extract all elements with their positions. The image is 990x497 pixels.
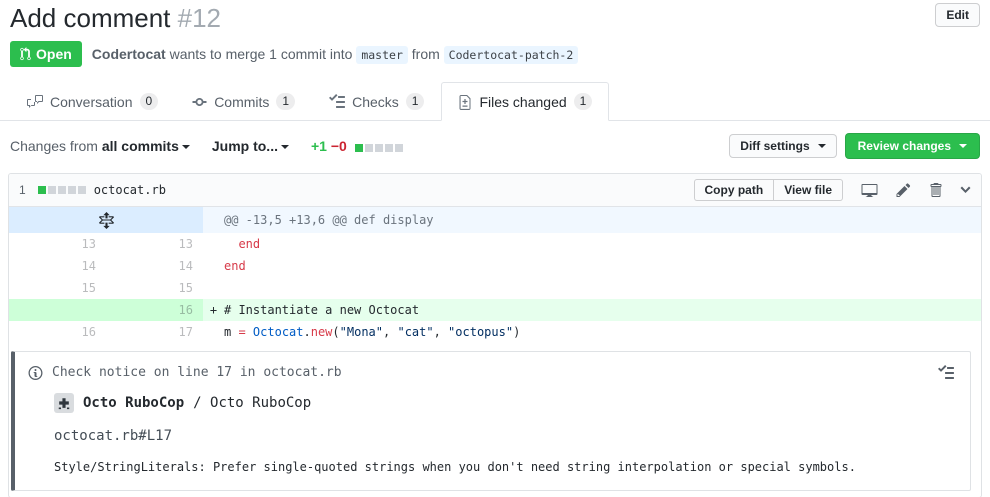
code-line: end [203, 233, 981, 255]
review-changes-button[interactable]: Review changes [845, 133, 980, 159]
diff-line-15: 15 15 [9, 277, 981, 299]
file-action-group: Copy path View file [694, 179, 843, 201]
tab-commits-count: 1 [276, 93, 295, 110]
pr-tabnav: Conversation 0 Commits 1 Checks 1 Files … [0, 82, 990, 121]
tab-commits-label: Commits [214, 94, 269, 110]
collapse-file-chevron-down-icon[interactable] [960, 182, 971, 198]
pr-merge-summary: Codertocat wants to merge 1 commit into … [92, 46, 579, 62]
new-line-number[interactable]: 17 [106, 321, 203, 343]
caret-down-icon [818, 144, 826, 148]
edit-button[interactable]: Edit [935, 3, 980, 27]
check-app-name[interactable]: Octo RuboCop [83, 393, 184, 413]
tab-conversation-label: Conversation [50, 94, 133, 110]
old-line-number[interactable]: 15 [9, 277, 106, 299]
tab-checks-label: Checks [352, 94, 399, 110]
unfold-icon [99, 212, 114, 229]
diff-line-14: 14 14 end [9, 255, 981, 277]
git-commit-icon [192, 94, 207, 110]
code-line: m = Octocat.new("Mona", "cat", "octopus"… [203, 321, 981, 343]
changes-from-text: Changes from [10, 138, 98, 154]
check-annotation-title: Check notice on line 17 in octocat.rb [52, 363, 342, 383]
pr-title-text: Add comment [10, 3, 170, 33]
tab-checks[interactable]: Checks 1 [312, 82, 441, 121]
view-file-button[interactable]: View file [773, 179, 843, 201]
file-index: 1 [19, 183, 26, 197]
file-diff-container: 1 octocat.rb Copy path View file [8, 173, 982, 497]
review-changes-label: Review changes [858, 139, 951, 153]
diffbar: Changes from all commits Jump to... +1 −… [0, 121, 990, 171]
check-annotation-header: Check notice on line 17 in octocat.rb [15, 352, 970, 385]
tab-files-changed-label: Files changed [479, 94, 566, 110]
diff-settings-label: Diff settings [740, 139, 809, 153]
base-branch-label: master [356, 46, 408, 64]
expand-hunk-button[interactable] [9, 207, 203, 233]
new-line-number[interactable]: 14 [106, 255, 203, 277]
file-diff-icon [458, 94, 472, 110]
additions-count: +1 [311, 138, 327, 154]
merge-text: wants to merge 1 commit into [170, 46, 353, 62]
tab-files-changed[interactable]: Files changed 1 [441, 82, 609, 121]
git-pull-request-icon [20, 47, 31, 61]
tab-commits[interactable]: Commits 1 [175, 82, 312, 121]
caret-down-icon [281, 145, 289, 149]
diff-stats: +1 −0 [311, 138, 403, 154]
annotation-message: Style/StringLiterals: Prefer single-quot… [15, 446, 970, 490]
new-line-number[interactable]: 16 [106, 299, 203, 321]
all-commits-text: all commits [102, 138, 179, 154]
jump-to-dropdown[interactable]: Jump to... [212, 138, 289, 154]
check-app-row: Octo RuboCop / Octo RuboCop [15, 385, 970, 413]
diff-line-16-added: 16 +# Instantiate a new Octocat [9, 299, 981, 321]
pr-files-changed-page: Add comment #12 Edit Open Codertocat wan… [0, 0, 990, 497]
file-header: 1 octocat.rb Copy path View file [9, 174, 981, 207]
page-title: Add comment #12 [10, 3, 221, 34]
changes-from-dropdown[interactable]: Changes from all commits [10, 138, 190, 154]
old-line-number[interactable]: 14 [9, 255, 106, 277]
diff-line-13: 13 13 end [9, 233, 981, 255]
display-rich-diff-icon[interactable] [861, 182, 878, 198]
caret-down-icon [959, 144, 967, 148]
file-name-link[interactable]: octocat.rb [94, 183, 166, 197]
old-line-number[interactable] [9, 299, 106, 321]
new-line-number[interactable]: 13 [106, 233, 203, 255]
head-branch-label: Codertocat-patch-2 [444, 46, 579, 64]
code-line: end [203, 255, 981, 277]
octo-rubocop-avatar [54, 393, 74, 413]
pr-state-badge: Open [10, 41, 82, 67]
old-line-number[interactable]: 16 [9, 321, 106, 343]
checklist-icon [938, 365, 954, 381]
hunk-header-text: @@ -13,5 +13,6 @@ def display [203, 207, 981, 233]
copy-path-button[interactable]: Copy path [694, 179, 775, 201]
jump-to-label: Jump to... [212, 138, 278, 154]
deletions-count: −0 [331, 138, 347, 154]
check-run-name: / Octo RuboCop [193, 393, 311, 413]
pr-state-label: Open [36, 46, 72, 62]
pr-header: Add comment #12 Edit [0, 0, 990, 34]
check-annotation-box: Check notice on line 17 in octocat.rb Oc… [11, 351, 971, 491]
diff-settings-button[interactable]: Diff settings [729, 134, 836, 158]
code-line: +# Instantiate a new Octocat [203, 299, 981, 321]
from-text: from [412, 46, 440, 62]
diff-line-17: 16 17 m = Octocat.new("Mona", "cat", "oc… [9, 321, 981, 343]
file-diffstat-blocks [38, 186, 86, 194]
tab-checks-count: 1 [406, 93, 425, 110]
old-line-number[interactable]: 13 [9, 233, 106, 255]
delete-file-trash-icon[interactable] [929, 182, 942, 198]
edit-file-pencil-icon[interactable] [896, 182, 911, 198]
diff-table: @@ -13,5 +13,6 @@ def display 13 13 end … [9, 207, 981, 491]
diff-hunk-row: @@ -13,5 +13,6 @@ def display [9, 207, 981, 233]
author-link[interactable]: Codertocat [92, 46, 166, 62]
pr-number: #12 [178, 3, 221, 33]
checklist-icon [329, 94, 345, 110]
tab-files-changed-count: 1 [574, 93, 593, 110]
annotation-location: octocat.rb#L17 [15, 413, 970, 446]
info-icon [28, 365, 43, 381]
comment-discussion-icon [27, 94, 43, 110]
code-line [203, 277, 981, 299]
pr-meta: Open Codertocat wants to merge 1 commit … [0, 34, 990, 67]
tab-conversation[interactable]: Conversation 0 [10, 82, 175, 121]
new-line-number[interactable]: 15 [106, 277, 203, 299]
tab-conversation-count: 0 [140, 93, 159, 110]
diffstat-blocks [355, 144, 403, 152]
caret-down-icon [182, 145, 190, 149]
